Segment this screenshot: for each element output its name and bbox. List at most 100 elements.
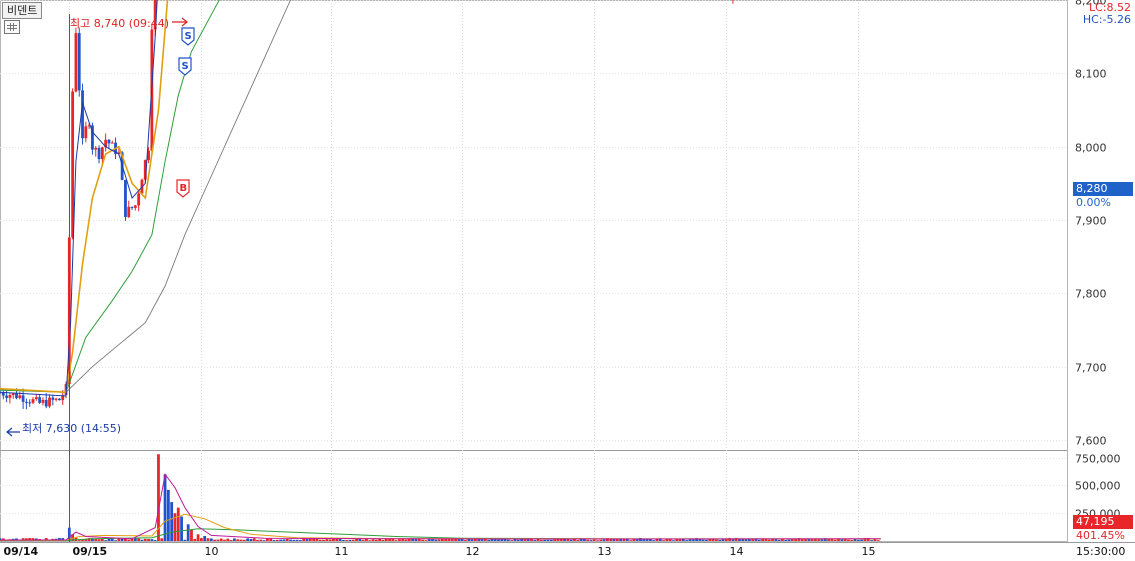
volume-bar — [239, 539, 243, 541]
volume-bar — [470, 539, 474, 541]
volume-bar — [348, 539, 352, 541]
candle-body — [34, 397, 38, 400]
volume-bar — [520, 539, 524, 541]
volume-bar — [318, 539, 322, 541]
x-tick-label: 09/14 — [4, 545, 39, 558]
candle-body — [21, 395, 25, 402]
volume-bar — [127, 539, 131, 541]
volume-bar — [196, 534, 200, 541]
volume-bar — [533, 540, 537, 541]
volume-bar — [549, 539, 553, 541]
volume-bar — [681, 539, 685, 541]
price-tick-label: 8,100 — [1075, 68, 1107, 81]
volume-bar — [100, 538, 104, 541]
volume-tick-label: 750,000 — [1075, 453, 1121, 466]
volume-bar — [236, 539, 240, 541]
volume-bar — [322, 539, 325, 541]
volume-bar — [292, 539, 296, 541]
volume-bar — [394, 540, 398, 541]
volume-bar — [219, 538, 223, 541]
volume-bar — [249, 538, 253, 541]
volume-bar — [206, 538, 210, 541]
volume-bar — [213, 539, 216, 541]
volume-bar — [424, 540, 428, 541]
candle-body — [71, 91, 75, 238]
volume-bar — [510, 540, 514, 541]
volume-bar — [325, 539, 329, 541]
volume-bar — [232, 538, 236, 541]
volume-bar — [761, 539, 765, 541]
current-price-tag: 8,280 — [1073, 182, 1133, 196]
volume-bar — [540, 539, 543, 541]
x-tick-label: 13 — [598, 545, 612, 558]
x-tick-label: 11 — [335, 545, 349, 558]
candle-body — [94, 147, 98, 150]
hc-label: HC:-5.26 — [1082, 13, 1131, 26]
volume-bar — [203, 535, 207, 541]
volume-bar — [143, 538, 147, 541]
volume-bar — [615, 539, 619, 541]
volume-bar — [569, 539, 573, 541]
volume-bar — [332, 538, 335, 541]
sell-signal-badge-label: S — [185, 31, 192, 42]
volume-bar — [295, 539, 299, 541]
volume-bar — [193, 538, 197, 541]
volume-bar — [777, 539, 781, 541]
volume-bar — [289, 539, 292, 541]
candle-body — [25, 401, 28, 403]
volume-bar — [209, 538, 213, 541]
volume-bar — [104, 540, 108, 541]
volume-bar — [876, 540, 880, 541]
volume-bar — [543, 539, 547, 541]
candle-body — [127, 206, 131, 217]
high-price-label: 최고 8,740 (09:44) — [70, 17, 169, 30]
volume-bar — [282, 539, 286, 541]
candle-body — [130, 206, 134, 208]
volume-bar — [279, 539, 283, 541]
volume-bar — [153, 540, 157, 541]
volume-bar — [814, 539, 817, 541]
volume-bar — [345, 540, 349, 541]
volume-bar — [612, 539, 616, 541]
stock-chart[interactable]: 8,7008,6008,5008,4008,3008,2008,1008,000… — [0, 0, 1135, 561]
volume-bar — [586, 539, 590, 541]
volume-bar — [285, 538, 289, 541]
x-tick-label: 14 — [730, 545, 744, 558]
volume-bar — [170, 502, 174, 541]
sell-signal-badge-label: S — [182, 61, 189, 72]
volume-bar — [784, 539, 788, 541]
volume-bar — [503, 539, 507, 541]
volume-bar — [114, 540, 117, 541]
volume-bar — [840, 539, 844, 541]
volume-bar — [738, 539, 741, 541]
low-price-label: 최저 7,630 (14:55) — [22, 422, 121, 435]
volume-bar — [190, 529, 193, 541]
price-tick-label: 7,600 — [1075, 435, 1107, 448]
volume-bar — [464, 539, 467, 541]
stock-name-tab[interactable]: 비덴트 — [2, 2, 43, 19]
volume-bar — [398, 539, 401, 541]
volume-bar — [341, 539, 345, 541]
volume-bar — [226, 538, 230, 541]
current-change-label: 0.00% — [1076, 196, 1111, 209]
volume-bar — [718, 539, 722, 541]
volume-bar — [757, 539, 761, 541]
volume-bar — [434, 539, 438, 541]
volume-bar — [662, 540, 665, 541]
volume-bar — [820, 539, 824, 541]
candle-body — [44, 399, 48, 407]
candle-body — [133, 205, 137, 208]
candle-body — [38, 397, 42, 403]
volume-bar — [137, 538, 141, 541]
volume-bar — [833, 539, 837, 541]
candle-body — [77, 33, 81, 91]
volume-bar — [120, 538, 124, 541]
volume-bar — [368, 540, 372, 541]
price-tick-label: 7,900 — [1075, 215, 1107, 228]
volume-bar — [721, 539, 725, 541]
volume-bar — [685, 540, 689, 541]
grid-table-icon[interactable] — [4, 20, 20, 34]
volume-bar — [259, 539, 263, 541]
volume-bar — [351, 539, 355, 541]
volume-bar — [691, 539, 695, 541]
